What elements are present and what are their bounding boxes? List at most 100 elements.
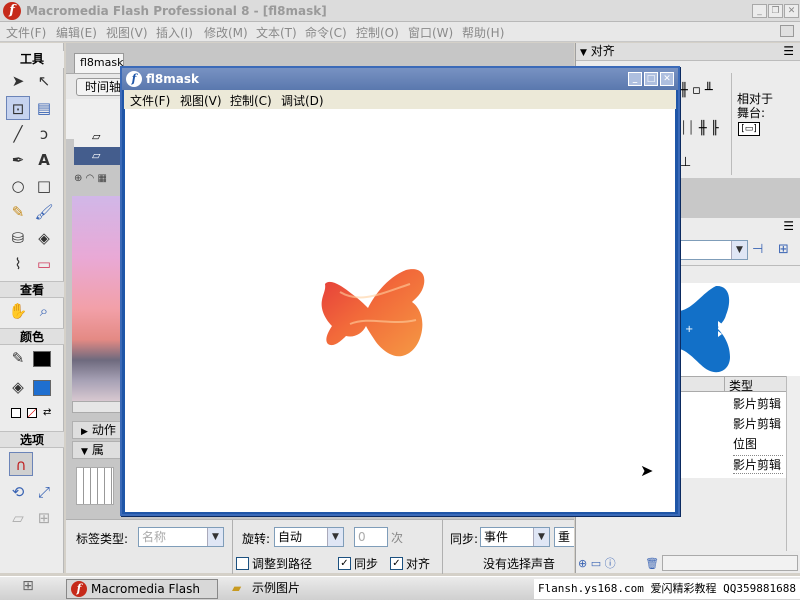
- library-hscrollbar[interactable]: [662, 555, 798, 571]
- list-item[interactable]: 影片剪辑: [733, 415, 781, 432]
- delete-icon[interactable]: 🗑: [645, 557, 659, 570]
- text-tool-icon[interactable]: A: [32, 148, 56, 172]
- label-name-combo[interactable]: 名称 ▼: [138, 527, 224, 547]
- list-item[interactable]: 影片剪辑: [733, 455, 783, 474]
- doc-restore-icon[interactable]: [780, 25, 794, 37]
- align-row1-icons[interactable]: ╫ ▫ ╨: [680, 83, 713, 98]
- swap-colors-icon[interactable]: ⇄: [43, 407, 55, 419]
- app-title-bar: f Macromedia Flash Professional 8 - [fl8…: [0, 0, 800, 22]
- align-row2-icons[interactable]: ⏐⏐ ╫ ╟: [680, 121, 719, 136]
- new-folder-icon[interactable]: ▭: [591, 557, 601, 570]
- menu-commands[interactable]: 命令(C): [305, 24, 347, 41]
- panel-menu-icon[interactable]: ☰: [783, 218, 794, 235]
- snap-check-label: 对齐: [406, 557, 431, 571]
- fill-color-swatch[interactable]: [33, 380, 51, 396]
- timeline-button[interactable]: 时间轴: [76, 78, 122, 96]
- layer-row[interactable]: ▱: [74, 127, 122, 147]
- chevron-down-icon: ▼: [327, 528, 343, 546]
- brush-tool-icon[interactable]: 🖌: [32, 200, 56, 224]
- library-doc-combo[interactable]: ▼: [680, 240, 748, 260]
- stage-hscrollbar[interactable]: [72, 401, 122, 413]
- subselect-tool-icon[interactable]: ↖: [32, 69, 56, 93]
- rectangle-tool-icon[interactable]: □: [32, 174, 56, 198]
- tray-text: Flansh.ys168.com 爱闪精彩教程 QQ359881688: [533, 579, 800, 599]
- stroke-color-swatch[interactable]: [33, 351, 51, 367]
- oval-tool-icon[interactable]: ○: [6, 174, 30, 198]
- properties-icon[interactable]: ⓘ: [605, 557, 616, 570]
- properties-panel-header[interactable]: ▼ 属: [72, 441, 122, 459]
- menu-modify[interactable]: 修改(M): [204, 24, 248, 41]
- rotate-skew-icon[interactable]: ⟲: [6, 480, 30, 504]
- sync-combo[interactable]: 事件 ▼: [480, 527, 550, 547]
- movie-menu-debug[interactable]: 调试(D): [281, 92, 324, 109]
- menu-help[interactable]: 帮助(H): [462, 24, 504, 41]
- rotate-combo[interactable]: 自动 ▼: [274, 527, 344, 547]
- chevron-down-icon: ▼: [731, 241, 747, 259]
- library-vscrollbar[interactable]: [786, 376, 800, 551]
- ink-bottle-tool-icon[interactable]: ⛁: [6, 226, 30, 250]
- align-row3-icons[interactable]: ⊥: [680, 155, 691, 170]
- snap-magnet-icon[interactable]: ∩: [9, 452, 33, 476]
- windows-start-icon[interactable]: ⊞: [0, 578, 56, 600]
- task-folder-button[interactable]: ▰ 示例图片: [228, 579, 368, 599]
- rotate-times-input[interactable]: 0: [354, 527, 388, 547]
- free-transform-tool-icon[interactable]: ⊡: [6, 96, 30, 120]
- menu-insert[interactable]: 插入(I): [156, 24, 193, 41]
- layer-buttons[interactable]: ⊕ ◠ ▦: [74, 173, 122, 191]
- hand-tool-icon[interactable]: ✋: [6, 299, 30, 323]
- menu-view[interactable]: 视图(V): [106, 24, 148, 41]
- no-color-icon[interactable]: [27, 408, 37, 418]
- minimize-icon[interactable]: _: [752, 4, 767, 18]
- close-icon[interactable]: ✕: [784, 4, 799, 18]
- zoom-tool-icon[interactable]: ⌕: [32, 299, 56, 323]
- panel-menu-icon[interactable]: ☰: [783, 43, 794, 60]
- line-tool-icon[interactable]: ╱: [6, 122, 30, 146]
- eyedropper-tool-icon[interactable]: ⌇: [6, 252, 30, 276]
- menu-control[interactable]: 控制(O): [356, 24, 399, 41]
- to-stage-toggle[interactable]: [▭]: [738, 122, 760, 136]
- distort-icon[interactable]: ▱: [6, 506, 30, 530]
- divider: [731, 73, 732, 175]
- snap-checkbox[interactable]: ✓: [390, 557, 403, 570]
- black-white-icon[interactable]: [11, 408, 21, 418]
- envelope-icon[interactable]: ⊞: [32, 506, 56, 530]
- movie-menu-view[interactable]: 视图(V): [180, 92, 222, 109]
- minimize-icon[interactable]: _: [628, 72, 642, 86]
- task-flash-button[interactable]: f Macromedia Flash Prof...: [66, 579, 218, 599]
- menu-file[interactable]: 文件(F): [6, 24, 46, 41]
- movie-menu-control[interactable]: 控制(C): [230, 92, 272, 109]
- repeat-combo[interactable]: 重: [554, 527, 574, 547]
- stage-label: 舞台:: [737, 106, 766, 120]
- new-library-icon[interactable]: ⊣: [752, 242, 763, 257]
- restore-icon[interactable]: ❐: [768, 4, 783, 18]
- actions-panel-header[interactable]: ▶ 动作: [72, 421, 122, 439]
- tab-fl8mask[interactable]: fl8mask: [74, 53, 124, 73]
- arrow-tool-icon[interactable]: ➤: [6, 69, 30, 93]
- pen-tool-icon[interactable]: ✒: [6, 148, 30, 172]
- align-panel-header[interactable]: ▼ 对齐 ☰: [576, 43, 800, 61]
- close-icon[interactable]: ✕: [660, 72, 674, 86]
- menu-text[interactable]: 文本(T): [256, 24, 297, 41]
- adjust-path-checkbox[interactable]: [236, 557, 249, 570]
- new-symbol-icon[interactable]: ⊕: [578, 557, 587, 570]
- flash-logo-icon: f: [3, 2, 21, 20]
- list-item[interactable]: 位图: [733, 435, 757, 452]
- menu-edit[interactable]: 编辑(E): [56, 24, 97, 41]
- scale-icon[interactable]: ⤢: [32, 480, 56, 504]
- flash-player-icon: f: [126, 71, 142, 87]
- pin-library-icon[interactable]: ⊞: [778, 242, 789, 257]
- layer-row-selected[interactable]: ▱: [74, 147, 122, 165]
- list-item[interactable]: 影片剪辑: [733, 395, 781, 412]
- divider: [442, 520, 443, 574]
- maximize-icon[interactable]: □: [644, 72, 658, 86]
- menu-window[interactable]: 窗口(W): [408, 24, 453, 41]
- sync-checkbox[interactable]: ✓: [338, 557, 351, 570]
- tools-panel: 工具 ➤ ↖ ⊡ ▤ ╱ ↄ ✒ A ○ □ ✎ 🖌 ⛁ ◈ ⌇ ▭ 查看 ✋ …: [0, 43, 64, 573]
- paint-bucket-tool-icon[interactable]: ◈: [32, 226, 56, 250]
- pencil-tool-icon[interactable]: ✎: [6, 200, 30, 224]
- movie-stage[interactable]: ➤: [125, 109, 675, 512]
- eraser-tool-icon[interactable]: ▭: [32, 252, 56, 276]
- gradient-transform-tool-icon[interactable]: ▤: [32, 96, 56, 120]
- lasso-tool-icon[interactable]: ↄ: [32, 122, 56, 146]
- movie-menu-file[interactable]: 文件(F): [130, 92, 170, 109]
